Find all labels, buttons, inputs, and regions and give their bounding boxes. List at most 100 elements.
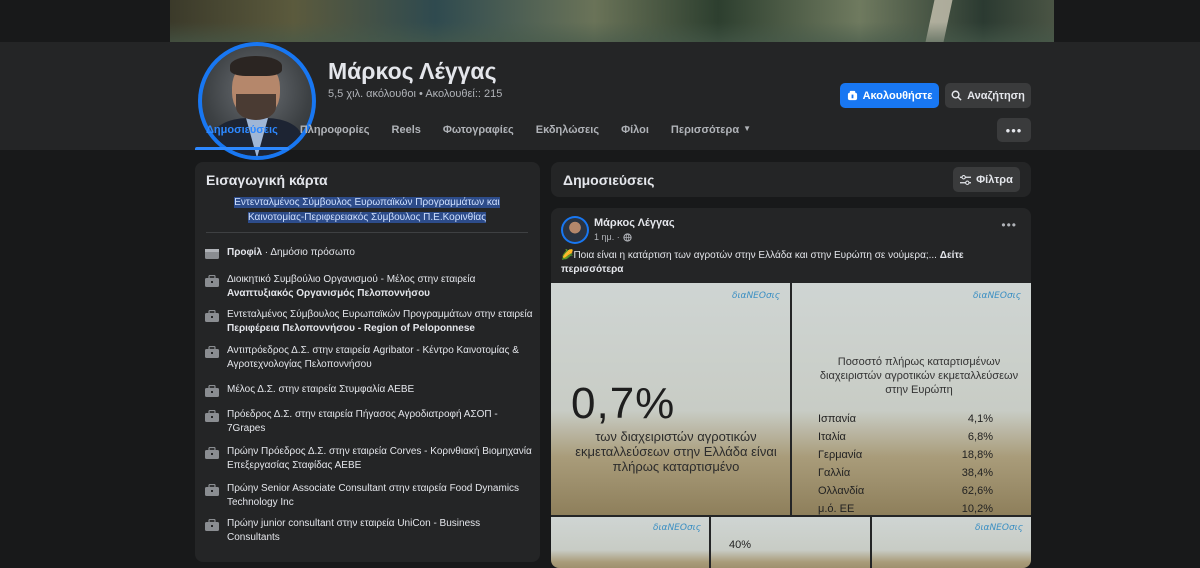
intro-item-text: Μέλος Δ.Σ. στην εταιρεία Στυμφαλία ΑΕΒΕ xyxy=(227,383,414,397)
table-value: 38,4% xyxy=(961,467,993,479)
table-country: Ολλανδία xyxy=(818,485,865,497)
table-row: Ιταλία 6,8% xyxy=(818,431,993,449)
bio-line-1: Εντενταλμένος Σύμβουλος Ευρωπαϊκών Προγρ… xyxy=(234,197,500,208)
post-image-3[interactable]: διαΝΕΟσις xyxy=(551,517,709,568)
filter-icon xyxy=(960,174,972,185)
table-value: 10,2% xyxy=(961,503,993,515)
profile-header: Μάρκος Λέγγας 5,5 χιλ. ακόλουθοι • Ακολο… xyxy=(0,42,1200,160)
post-avatar[interactable] xyxy=(561,216,589,244)
flag-icon xyxy=(205,249,219,259)
intro-item-link[interactable]: Περιφέρεια Πελοποννήσου - Region of Pelo… xyxy=(227,323,475,334)
post-author[interactable]: Μάρκος Λέγγας xyxy=(594,217,675,229)
post-text: 🌽Ποια είναι η κατάρτιση των αγροτών στην… xyxy=(561,249,1016,277)
tab-more[interactable]: Περισσότερα ▼ xyxy=(660,120,762,150)
briefcase-icon xyxy=(205,346,219,358)
profile-stats[interactable]: 5,5 χιλ. ακόλουθοι • Ακολουθεί:: 215 xyxy=(328,88,502,100)
intro-item: Πρώην junior consultant στην εταιρεία Un… xyxy=(205,517,535,545)
briefcase-icon xyxy=(205,275,219,287)
dianeosis-logo: διαΝΕΟσις xyxy=(652,523,701,533)
image-table-title: Ποσοστό πλήρως καταρτισμένων διαχειριστώ… xyxy=(819,356,1019,396)
table-row: Γαλλία 38,4% xyxy=(818,467,993,485)
table-country: Ιταλία xyxy=(818,431,846,443)
post-menu-button[interactable]: ••• xyxy=(1001,218,1017,232)
table-country: Γαλλία xyxy=(818,467,851,479)
image-percent: 40% xyxy=(729,539,752,551)
intro-item: Πρώην Senior Associate Consultant στην ε… xyxy=(205,482,535,510)
intro-item-label: Πρώην Senior Associate Consultant στην ε… xyxy=(227,483,520,508)
table-row: Ισπανία 4,1% xyxy=(818,413,993,431)
briefcase-icon xyxy=(205,310,219,322)
tab-friends[interactable]: Φίλοι xyxy=(610,120,660,150)
intro-item-text: Προφίλ · Δημόσιο πρόσωπο xyxy=(227,246,355,260)
bio-line-2: Καινοτομίας-Περιφερειακός Σύμβουλος Π.Ε.… xyxy=(247,212,487,223)
intro-item: Προφίλ · Δημόσιο πρόσωπο xyxy=(205,246,535,260)
intro-item: Μέλος Δ.Σ. στην εταιρεία Στυμφαλία ΑΕΒΕ xyxy=(205,383,535,397)
intro-title: Εισαγωγική κάρτα xyxy=(206,172,328,188)
intro-item-label: Μέλος Δ.Σ. στην εταιρεία Στυμφαλία ΑΕΒΕ xyxy=(227,384,415,395)
divider xyxy=(206,232,528,233)
post-image-2[interactable]: διαΝΕΟσις Ποσοστό πλήρως καταρτισμένων δ… xyxy=(792,283,1031,515)
intro-item-label: Αντιπρόεδρος Δ.Σ. στην εταιρεία Agribato… xyxy=(227,345,519,370)
intro-item-label: Πρόεδρος Δ.Σ. στην εταιρεία Πήγασος Αγρο… xyxy=(227,409,498,434)
table-country: Ισπανία xyxy=(818,413,856,425)
follow-icon xyxy=(847,90,857,101)
globe-icon xyxy=(623,232,632,242)
post-card: Μάρκος Λέγγας 1 ημ. · ••• 🌽Ποια είναι η … xyxy=(551,208,1031,568)
intro-item: Αντιπρόεδρος Δ.Σ. στην εταιρεία Agribato… xyxy=(205,344,535,372)
table-value: 6,8% xyxy=(967,431,993,443)
intro-item-text: Αντιπρόεδρος Δ.Σ. στην εταιρεία Agribato… xyxy=(227,344,535,372)
search-button[interactable]: Αναζήτηση xyxy=(945,83,1031,108)
table-country: Γερμανία xyxy=(818,449,863,461)
dianeosis-logo: διαΝΕΟσις xyxy=(974,523,1023,533)
intro-item-label: Διοικητικό Συμβούλιο Οργανισμού - Μέλος … xyxy=(227,274,476,285)
intro-bio: Εντενταλμένος Σύμβουλος Ευρωπαϊκών Προγρ… xyxy=(206,195,528,225)
tab-about[interactable]: Πληροφορίες xyxy=(289,120,381,150)
filter-button[interactable]: Φίλτρα xyxy=(953,167,1020,192)
intro-item: Πρόεδρος Δ.Σ. στην εταιρεία Πήγασος Αγρο… xyxy=(205,408,535,436)
search-label: Αναζήτηση xyxy=(967,89,1025,102)
image-big-percent: 0,7% xyxy=(571,379,676,428)
post-time[interactable]: 1 ημ. · xyxy=(594,232,632,242)
tab-more-label: Περισσότερα xyxy=(670,124,740,136)
image-table: Ισπανία 4,1% Ιταλία 6,8% Γερμανία 18,8% Γαλλία… xyxy=(818,413,993,515)
tab-photos[interactable]: Φωτογραφίες xyxy=(432,120,525,150)
post-image-1[interactable]: διαΝΕΟσις 0,7% των διαχειριστών αγροτικώ… xyxy=(551,283,790,515)
briefcase-icon xyxy=(205,519,219,531)
intro-item-text: Εντεταλμένος Σύμβουλος Ευρωπαϊκών Προγρα… xyxy=(227,308,535,336)
image-subtitle: των διαχειριστών αγροτικών εκμεταλλεύσεω… xyxy=(575,429,777,474)
chevron-down-icon: ▼ xyxy=(743,124,752,133)
intro-item-link[interactable]: Προφίλ xyxy=(227,247,262,258)
post-text-body: 🌽Ποια είναι η κατάρτιση των αγροτών στην… xyxy=(561,250,940,261)
briefcase-icon xyxy=(205,385,219,397)
intro-item-text: Πρώην Πρόεδρος Δ.Σ. στην εταιρεία Corves… xyxy=(227,445,535,473)
intro-card: Εισαγωγική κάρτα Εντενταλμένος Σύμβουλος… xyxy=(195,162,540,562)
intro-item: Πρώην Πρόεδρος Δ.Σ. στην εταιρεία Corves… xyxy=(205,445,535,473)
follow-button[interactable]: Ακολουθήστε xyxy=(840,83,939,108)
intro-item-label: Πρώην Πρόεδρος Δ.Σ. στην εταιρεία Corves… xyxy=(227,446,532,471)
table-value: 18,8% xyxy=(961,449,993,461)
post-image-5[interactable]: διαΝΕΟσις xyxy=(872,517,1031,568)
intro-item-text: Πρόεδρος Δ.Σ. στην εταιρεία Πήγασος Αγρο… xyxy=(227,408,535,436)
tab-events[interactable]: Εκδηλώσεις xyxy=(525,120,610,150)
intro-item-link[interactable]: Αναπτυξιακός Οργανισμός Πελοποννήσου xyxy=(227,288,430,299)
cover-photo[interactable] xyxy=(170,0,1054,42)
profile-tabs: Δημοσιεύσεις Πληροφορίες Reels Φωτογραφί… xyxy=(195,120,762,150)
table-value: 4,1% xyxy=(967,413,993,425)
tab-reels[interactable]: Reels xyxy=(381,120,432,150)
intro-item-label: Πρώην junior consultant στην εταιρεία Un… xyxy=(227,518,481,543)
intro-item-suffix: · Δημόσιο πρόσωπο xyxy=(262,247,355,258)
table-row: μ.ό. ΕΕ 10,2% xyxy=(818,503,993,515)
dianeosis-logo: διαΝΕΟσις xyxy=(972,291,1021,301)
table-row: Γερμανία 18,8% xyxy=(818,449,993,467)
filter-label: Φίλτρα xyxy=(976,173,1013,186)
table-row: Ολλανδία 62,6% xyxy=(818,485,993,503)
follow-label: Ακολουθήστε xyxy=(862,89,933,102)
search-icon xyxy=(951,90,962,101)
intro-item: Διοικητικό Συμβούλιο Οργανισμού - Μέλος … xyxy=(205,273,535,301)
posts-title: Δημοσιεύσεις xyxy=(563,172,655,188)
briefcase-icon xyxy=(205,410,219,422)
post-time-label: 1 ημ. · xyxy=(594,232,620,242)
more-options-button[interactable]: ••• xyxy=(997,118,1031,142)
tab-posts[interactable]: Δημοσιεύσεις xyxy=(195,120,289,150)
post-image-4[interactable]: 40% xyxy=(711,517,870,568)
